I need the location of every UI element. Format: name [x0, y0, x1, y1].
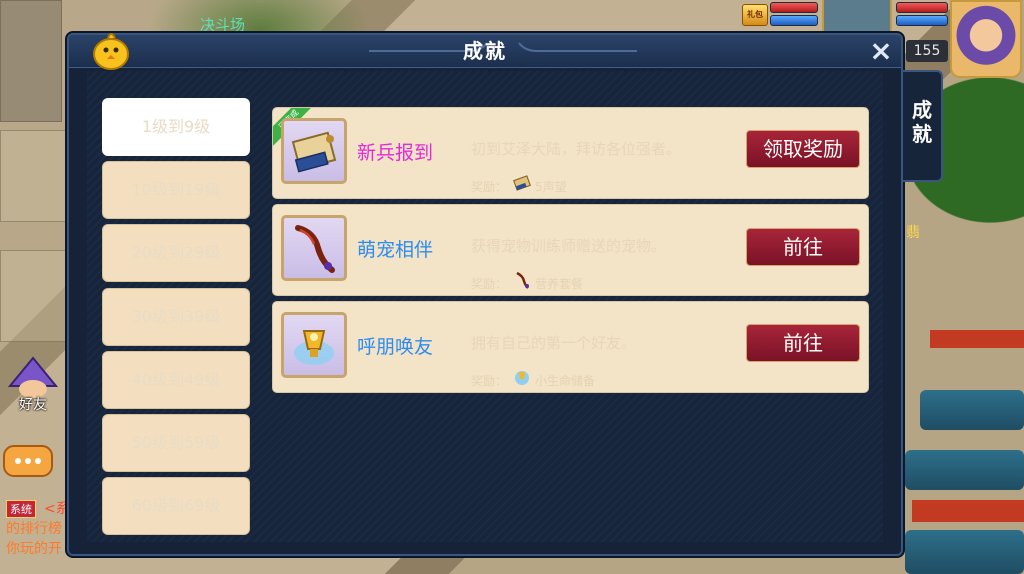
fame-scroll-icon [513, 175, 531, 191]
chat-button[interactable] [0, 440, 56, 484]
gift-badge-text: 礼包 [747, 10, 763, 19]
achievement-description: 初到艾泽大陆，拜访各位强者。 [471, 140, 682, 158]
achievement-description: 获得宠物训练师赠送的宠物。 [471, 237, 667, 255]
achievement-icon-frame [281, 215, 347, 281]
side-text-fragment: 翡 [906, 225, 920, 241]
bone-staff-icon [295, 225, 335, 273]
gift-pack-icon[interactable]: 礼包 [742, 4, 768, 26]
achievement-icon-frame [281, 118, 347, 184]
go-button[interactable]: 前往 [746, 324, 860, 362]
system-tag: 系统 [6, 500, 36, 518]
achievement-card: 萌宠相伴 获得宠物训练师赠送的宠物。 奖励： 营养套餐 前往 [272, 204, 869, 296]
system-message-line1: <系 [44, 501, 70, 517]
category-label: 20级到29级 [131, 243, 221, 262]
reward-label: 奖励： [471, 180, 508, 194]
achievement-card: 呼朋唤友 拥有自己的第一个好友。 奖励： 小生命储备 前往 [272, 301, 869, 393]
reward-label: 奖励： [471, 277, 508, 291]
hero-level: 155 [906, 40, 948, 62]
side-tab-label: 成就 [903, 98, 941, 146]
category-label: 1级到9级 [141, 117, 211, 136]
friend-label: 好友 [19, 397, 47, 413]
hero-status-bars [896, 0, 948, 26]
claim-reward-button[interactable]: 领取奖励 [746, 130, 860, 168]
category-level-30-39[interactable]: 30级到39级 [102, 288, 250, 346]
panel-header: 成就 × [69, 35, 901, 68]
arena-label: 决斗场 [200, 16, 246, 34]
reward-text: 小生命储备 [535, 374, 596, 388]
category-level-20-29[interactable]: 20级到29级 [102, 224, 250, 282]
hero-hp-bar [896, 2, 948, 13]
achievement-card: 已完成 新兵报到 初到艾泽大陆，拜访各位强者。 奖励： 5声望 领取奖励 [272, 107, 869, 199]
pet-status-bars [770, 0, 818, 26]
category-level-40-49[interactable]: 40级到49级 [102, 351, 250, 409]
category-label: 30级到39级 [131, 307, 221, 326]
system-message-line3: 你玩的开 [6, 541, 62, 557]
pet-food-icon [516, 271, 529, 289]
system-message-line2: 的排行榜 [6, 521, 62, 537]
hero-mp-bar [896, 15, 948, 26]
category-label: 50级到59级 [131, 433, 221, 452]
close-button[interactable]: × [865, 35, 897, 67]
category-label: 40级到49级 [131, 370, 221, 389]
reward-label: 奖励： [471, 374, 508, 388]
category-level-50-59[interactable]: 50级到59级 [102, 414, 250, 472]
category-level-1-9[interactable]: 1级到9级 [102, 98, 250, 156]
achievement-name: 萌宠相伴 [357, 239, 434, 261]
tab-achievements[interactable]: 成就 [903, 70, 943, 182]
pet-mp-bar [770, 15, 818, 26]
category-label: 10级到19级 [131, 180, 221, 199]
close-icon: × [869, 34, 893, 67]
friend-button[interactable]: 好友 [4, 356, 62, 414]
chick-mascot-icon [93, 33, 129, 70]
panel-title: 成就 [463, 39, 507, 63]
hero-avatar[interactable] [950, 0, 1022, 78]
golden-trophy-icon [294, 330, 334, 365]
chat-bubble-icon [3, 445, 53, 477]
life-storage-icon [515, 371, 529, 385]
achievement-name: 新兵报到 [357, 142, 434, 164]
achievement-description: 拥有自己的第一个好友。 [471, 334, 637, 352]
go-button[interactable]: 前往 [746, 228, 860, 266]
achievement-icon-frame [281, 312, 347, 378]
reward-text: 5声望 [535, 180, 567, 194]
reward-text: 营养套餐 [535, 277, 584, 291]
pet-hp-bar [770, 2, 818, 13]
category-level-60-69[interactable]: 60级到69级 [102, 477, 250, 535]
achievement-name: 呼朋唤友 [357, 336, 434, 358]
category-label: 60级到69级 [131, 496, 221, 515]
side-tab-text: 成就 [912, 98, 932, 146]
category-level-10-19[interactable]: 10级到19级 [102, 161, 250, 219]
scroll-map-icon [291, 131, 337, 173]
